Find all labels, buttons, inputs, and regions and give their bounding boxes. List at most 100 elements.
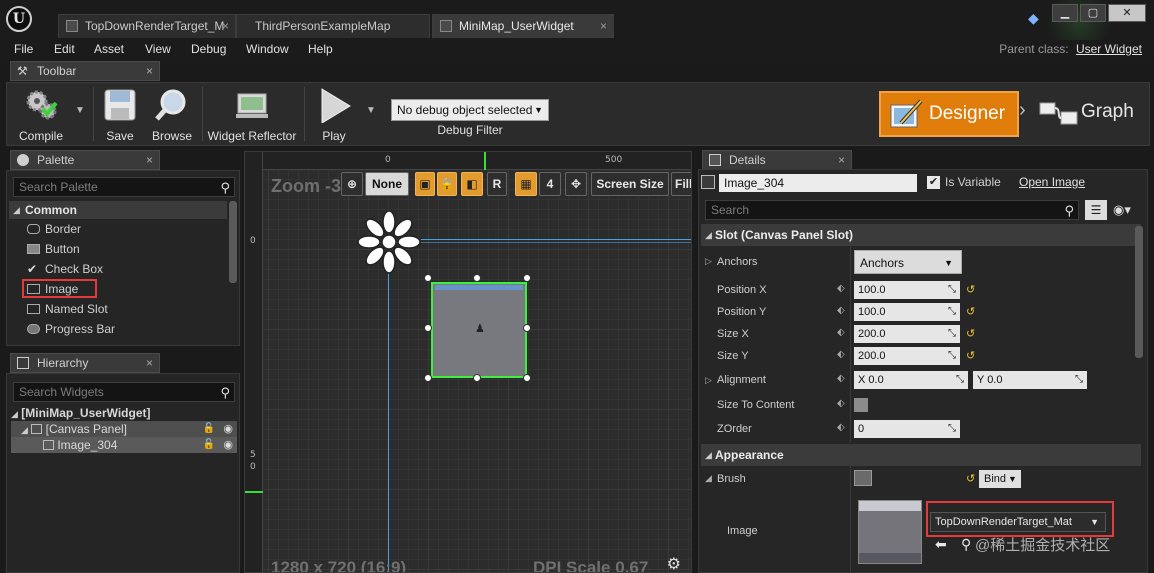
graph-mode-button[interactable]: Graph <box>1035 91 1145 137</box>
menu-file[interactable]: File <box>14 42 33 56</box>
close-icon[interactable]: × <box>600 15 607 37</box>
gear-icon[interactable]: ⚙ <box>667 554 681 572</box>
grid-snap-icon[interactable]: ▦ <box>515 172 537 196</box>
alignment-y-field[interactable]: Y 0.0 ⤡ <box>973 371 1087 389</box>
size-y-field[interactable]: 200.0 ⤡ <box>854 347 960 365</box>
widget-reflector-button[interactable]: Widget Reflector <box>205 85 299 143</box>
collapse-triangle-icon[interactable]: ◢ <box>705 473 712 484</box>
palette-scrollbar[interactable] <box>229 201 237 283</box>
details-search-input[interactable]: Search ⚲ <box>705 200 1079 220</box>
resize-handle[interactable] <box>523 274 531 282</box>
image-widget-preview[interactable]: ♟ <box>431 282 527 378</box>
resize-handle[interactable] <box>424 324 432 332</box>
menu-edit[interactable]: Edit <box>54 42 75 56</box>
alignment-x-field[interactable]: X 0.0 ⤡ <box>854 371 968 389</box>
widget-name-field[interactable]: Image_304 <box>719 174 917 192</box>
globe-icon[interactable]: ⊕ <box>341 172 363 196</box>
anchor-option-select[interactable]: None <box>365 172 409 196</box>
compile-options-caret-icon[interactable]: ▼ <box>75 105 85 116</box>
eye-icon[interactable]: ◉ <box>223 421 233 437</box>
keyframe-diamond-icon[interactable]: ⬖ <box>837 283 845 294</box>
menu-help[interactable]: Help <box>308 42 333 56</box>
resize-handle[interactable] <box>473 274 481 282</box>
transform-icon[interactable]: ✥ <box>565 172 587 196</box>
browse-button[interactable]: Browse <box>147 85 197 143</box>
snap-outline-icon[interactable]: ▣ <box>415 172 435 196</box>
debug-object-select[interactable]: No debug object selected ▼ <box>391 99 549 121</box>
size-to-content-checkbox[interactable] <box>854 398 868 412</box>
tab-topdown-render-target[interactable]: TopDownRenderTarget_M × <box>58 14 236 38</box>
tab-third-person-example-map[interactable]: ThirdPersonExampleMap <box>236 14 430 38</box>
slot-section-header[interactable]: ◢ Slot (Canvas Panel Slot) <box>701 224 1141 246</box>
keyframe-diamond-icon[interactable]: ⬖ <box>837 373 845 384</box>
hierarchy-root[interactable]: ◢ [MiniMap_UserWidget] <box>11 405 237 421</box>
zorder-field[interactable]: 0 ⤡ <box>854 420 960 438</box>
open-image-link[interactable]: Open Image <box>1019 175 1085 189</box>
hierarchy-image-304[interactable]: Image_304 🔓 ◉ <box>11 437 237 453</box>
toolbar-tab[interactable]: ⚒ Toolbar × <box>10 61 160 81</box>
play-options-caret-icon[interactable]: ▼ <box>366 105 376 116</box>
property-matrix-icon[interactable]: ☰ <box>1085 200 1107 220</box>
bind-dropdown[interactable]: Bind ▼ <box>979 470 1021 488</box>
image-asset-thumbnail[interactable] <box>858 500 922 564</box>
resize-handle[interactable] <box>424 374 432 382</box>
palette-item-progress-bar[interactable]: Progress Bar <box>27 319 115 339</box>
close-icon[interactable]: × <box>838 151 845 169</box>
screen-size-select[interactable]: Screen Size <box>591 172 669 196</box>
resize-handle[interactable] <box>523 324 531 332</box>
expand-triangle-icon[interactable]: ▷ <box>705 256 712 267</box>
reset-to-default-icon[interactable]: ↺ <box>966 283 975 296</box>
close-icon[interactable]: × <box>146 62 153 80</box>
grid-step-value[interactable]: 4 <box>539 172 561 196</box>
browse-asset-icon[interactable]: ⚲ <box>961 536 971 553</box>
details-tab[interactable]: Details × <box>702 150 852 170</box>
reset-to-default-icon[interactable]: ↺ <box>966 305 975 318</box>
hierarchy-canvas-panel[interactable]: ◢ [Canvas Panel] 🔓 ◉ <box>11 421 237 437</box>
anchor-medallion-icon[interactable] <box>357 210 421 274</box>
keyframe-diamond-icon[interactable]: ⬖ <box>837 305 845 316</box>
palette-search-input[interactable]: Search Palette ⚲ <box>13 177 235 197</box>
save-button[interactable]: Save <box>99 85 141 143</box>
unlock-icon[interactable]: 🔓 <box>203 421 215 437</box>
resize-handle[interactable] <box>424 274 432 282</box>
menu-asset[interactable]: Asset <box>94 42 124 56</box>
keyframe-diamond-icon[interactable]: ⬖ <box>837 422 845 433</box>
tab-minimap-user-widget[interactable]: MiniMap_UserWidget × <box>432 14 614 38</box>
palette-category-common[interactable]: ◢ Common <box>9 201 227 219</box>
r-button[interactable]: R <box>487 172 507 196</box>
respect-locks-icon[interactable]: ◧ <box>461 172 483 196</box>
close-icon[interactable]: × <box>146 151 153 169</box>
reset-to-default-icon[interactable]: ↺ <box>966 472 975 485</box>
eye-icon[interactable]: ◉▾ <box>1113 202 1131 218</box>
use-selected-arrow-icon[interactable]: ⬅ <box>935 536 947 553</box>
palette-item-button[interactable]: Button <box>27 239 80 259</box>
hierarchy-search-input[interactable]: Search Widgets ⚲ <box>13 382 235 402</box>
designer-mode-button[interactable]: Designer <box>879 91 1019 137</box>
reset-to-default-icon[interactable]: ↺ <box>966 349 975 362</box>
play-button[interactable]: Play <box>309 85 359 143</box>
palette-item-check-box[interactable]: ✔ Check Box <box>27 259 103 279</box>
palette-item-named-slot[interactable]: Named Slot <box>27 299 108 319</box>
maximize-button[interactable]: ▢ <box>1080 4 1106 22</box>
fill-select[interactable]: Fill <box>671 172 691 196</box>
menu-view[interactable]: View <box>145 42 171 56</box>
hierarchy-tab[interactable]: Hierarchy × <box>10 353 160 373</box>
position-x-field[interactable]: 100.0 ⤡ <box>854 281 960 299</box>
details-scrollbar[interactable] <box>1135 226 1143 358</box>
eye-icon[interactable]: ◉ <box>223 437 233 453</box>
brush-thumbnail[interactable] <box>854 470 872 486</box>
keyframe-diamond-icon[interactable]: ⬖ <box>837 327 845 338</box>
expand-triangle-icon[interactable]: ▷ <box>705 375 712 386</box>
parent-class-link[interactable]: User Widget <box>1076 42 1142 56</box>
minimize-button[interactable]: ▁ <box>1052 4 1078 22</box>
reset-to-default-icon[interactable]: ↺ <box>966 327 975 340</box>
unlock-icon[interactable]: 🔓 <box>203 437 215 453</box>
designer-canvas[interactable]: 0 500 0 5 0 Zoom -3 ⊕ None ▣ 🔒 ◧ R ▦ 4 ✥… <box>244 151 692 573</box>
compile-button[interactable]: Compile <box>11 85 71 143</box>
close-icon[interactable]: × <box>222 15 229 37</box>
appearance-section-header[interactable]: ◢ Appearance <box>701 444 1141 466</box>
palette-tab[interactable]: Palette × <box>10 150 160 170</box>
palette-item-border[interactable]: Border <box>27 219 81 239</box>
position-y-field[interactable]: 100.0 ⤡ <box>854 303 960 321</box>
close-icon[interactable]: × <box>146 354 153 372</box>
